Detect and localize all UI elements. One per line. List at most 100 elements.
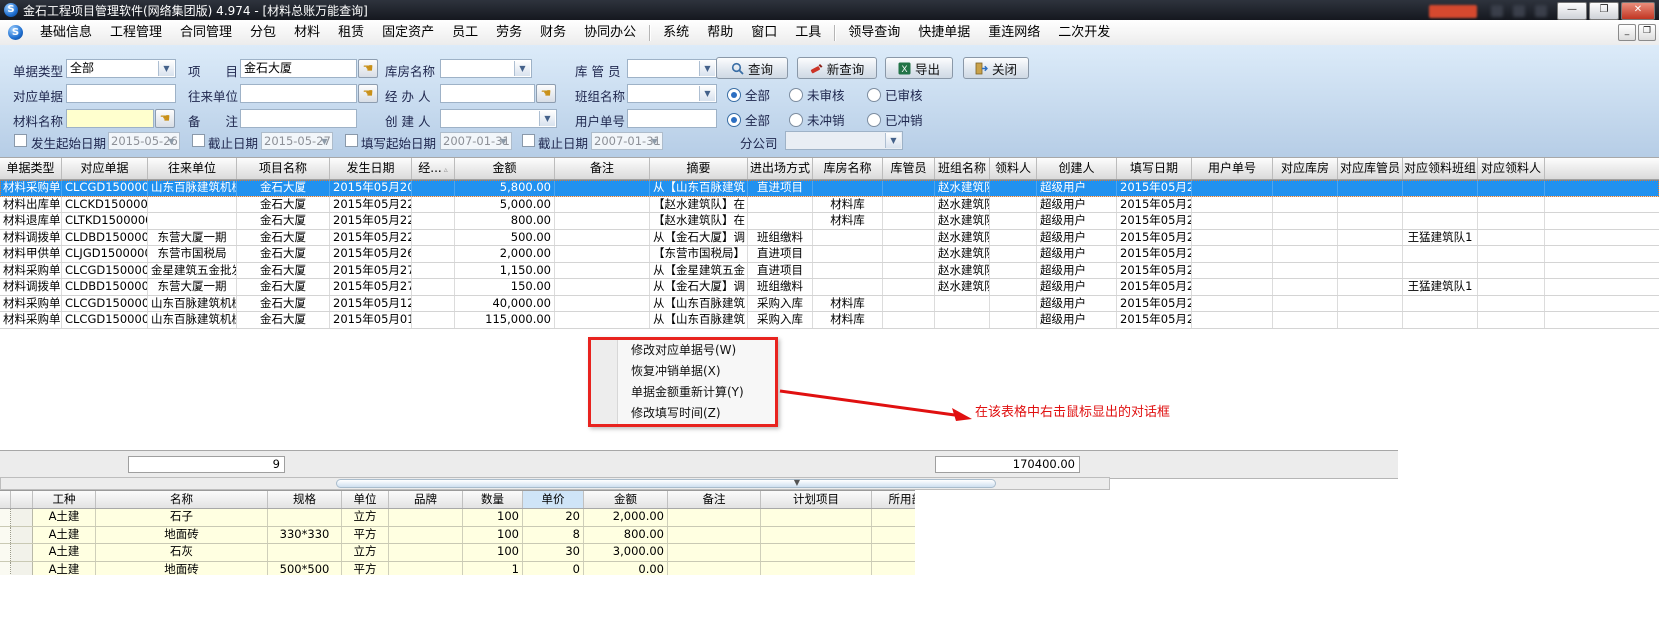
handler-input[interactable]	[440, 84, 535, 103]
table-row[interactable]: 材料采购单CLCGD150000002金星建筑五金批发金石大厦2015年05月2…	[0, 263, 1659, 280]
column-header[interactable]: 摘要	[650, 158, 748, 179]
keeper-combo[interactable]: ▼	[627, 59, 717, 78]
date3-checkbox[interactable]	[345, 134, 358, 147]
column-header[interactable]: 对应单据	[62, 158, 148, 179]
column-header[interactable]: 金额	[584, 491, 668, 508]
chevron-down-icon[interactable]: ▼	[514, 61, 530, 76]
row-selector[interactable]	[11, 544, 33, 561]
table-row[interactable]: A土建石灰立方100303,000.00	[0, 544, 915, 562]
menu-item[interactable]: 财务	[531, 21, 575, 45]
audit-radio-0[interactable]: 全部	[727, 85, 770, 104]
column-header[interactable]: 金额	[455, 158, 555, 179]
date4-checkbox[interactable]	[522, 134, 535, 147]
minimize-button[interactable]: —	[1557, 2, 1587, 20]
table-row[interactable]: 材料采购单CLCGD150000005山东百脉建筑机械金石大厦2015年05月0…	[0, 312, 1659, 329]
context-menu-item[interactable]: 单据金额重新计算(Y)	[591, 382, 775, 403]
column-header[interactable]: 班组名称	[935, 158, 990, 179]
column-header[interactable]: 单价	[523, 491, 584, 508]
date2-combo[interactable]: 2015-05-27▼	[261, 132, 333, 150]
team-combo[interactable]: ▼	[627, 84, 717, 103]
user-doc-no-input[interactable]	[627, 109, 717, 128]
column-header[interactable]: 单位	[342, 491, 389, 508]
column-header[interactable]: 所用部位	[872, 491, 915, 508]
column-header[interactable]: 品牌	[389, 491, 463, 508]
column-header[interactable]: 进出场方式	[748, 158, 813, 179]
menu-item[interactable]: 二次开发	[1049, 21, 1119, 45]
query-button[interactable]: 查询	[716, 57, 788, 79]
column-header[interactable]: 计划项目	[761, 491, 872, 508]
menu-item[interactable]: 快捷单据	[909, 21, 979, 45]
horizontal-scrollbar[interactable]	[0, 477, 1110, 490]
column-header[interactable]: 单据类型	[0, 158, 62, 179]
menu-item[interactable]: 固定资产	[373, 21, 443, 45]
titlebar-redacted-button[interactable]	[1429, 5, 1477, 18]
menu-item[interactable]: 重连网络	[979, 21, 1049, 45]
counterpart-picker-hand-icon[interactable]: ☚	[358, 84, 378, 103]
column-header[interactable]: 对应领料人	[1478, 158, 1545, 179]
menu-item[interactable]: 窗口	[742, 21, 786, 45]
doc-ref-input[interactable]	[66, 84, 176, 103]
column-header[interactable]: 库管员	[883, 158, 935, 179]
table-row[interactable]: A土建地面砖500*500平方100.00	[0, 562, 915, 576]
menu-item[interactable]: 协同办公	[575, 21, 645, 45]
doc-type-combo[interactable]: 全部▼	[66, 59, 176, 78]
column-header[interactable]: 发生日期	[330, 158, 412, 179]
table-row[interactable]: 材料调拨单CLDBD150000001东营大厦一期金石大厦2015年05月22日…	[0, 230, 1659, 247]
column-header[interactable]: 经...▵	[412, 158, 455, 179]
audit-radio-1[interactable]: 未审核	[789, 85, 845, 104]
splitter-collapse-icon[interactable]: ▼	[790, 477, 804, 489]
row-selector[interactable]	[11, 562, 33, 576]
row-selector[interactable]	[0, 544, 11, 561]
writeoff-radio-2[interactable]: 已冲销	[867, 110, 923, 129]
column-header[interactable]: 对应库管员	[1338, 158, 1403, 179]
table-row[interactable]: 材料出库单CLCKD150000001金石大厦2015年05月22日5,000.…	[0, 197, 1659, 214]
close-button[interactable]: ✕	[1621, 2, 1655, 20]
menu-item[interactable]: 基础信息	[31, 21, 101, 45]
context-menu-item[interactable]: 修改对应单据号(W)	[591, 340, 775, 361]
export-button[interactable]: X 导出	[885, 57, 953, 79]
column-header[interactable]: 工种	[33, 491, 96, 508]
counterpart-input[interactable]	[240, 84, 357, 103]
menu-item[interactable]: 帮助	[698, 21, 742, 45]
date1-combo[interactable]: 2015-05-26▼	[108, 132, 180, 150]
project-picker-hand-icon[interactable]: ☚	[358, 59, 378, 78]
table-row[interactable]: 材料采购单CLCGD150000001山东百脉建筑机械金石大厦2015年05月2…	[0, 180, 1659, 197]
audit-radio-2[interactable]: 已审核	[867, 85, 923, 104]
close-window-button[interactable]: 关闭	[963, 57, 1029, 79]
date3-combo[interactable]: 2007-01-31▼	[440, 132, 512, 150]
menu-item[interactable]: 劳务	[487, 21, 531, 45]
column-header[interactable]: 对应领料班组	[1403, 158, 1478, 179]
column-header[interactable]: 库房名称	[813, 158, 883, 179]
row-selector[interactable]	[0, 562, 11, 576]
writeoff-radio-1[interactable]: 未冲销	[789, 110, 845, 129]
column-header[interactable]: 对应库房	[1273, 158, 1338, 179]
chevron-down-icon[interactable]: ▼	[158, 61, 174, 76]
column-header[interactable]: 备注	[668, 491, 761, 508]
menu-item[interactable]: 材料	[285, 21, 329, 45]
menu-item[interactable]: 分包	[241, 21, 285, 45]
row-selector[interactable]	[0, 509, 11, 526]
new-query-button[interactable]: 新查询	[797, 57, 877, 79]
row-selector[interactable]	[11, 509, 33, 526]
chevron-down-icon[interactable]: ▼	[539, 111, 555, 126]
menu-item[interactable]: 员工	[443, 21, 487, 45]
creator-combo[interactable]: ▼	[440, 109, 557, 128]
material-picker-hand-icon[interactable]: ☚	[155, 109, 175, 128]
context-menu-item[interactable]: 修改填写时间(Z)	[591, 403, 775, 424]
date1-checkbox[interactable]	[14, 134, 27, 147]
column-header[interactable]: 创建人	[1037, 158, 1117, 179]
table-row[interactable]: A土建地面砖330*330平方1008800.00	[0, 527, 915, 545]
handler-picker-hand-icon[interactable]: ☚	[536, 84, 556, 103]
column-header[interactable]: 往来单位	[148, 158, 237, 179]
chevron-down-icon[interactable]: ▼	[885, 133, 901, 148]
table-row[interactable]: 材料甲供单CLJGD150000001东营市国税局金石大厦2015年05月26日…	[0, 246, 1659, 263]
menu-item[interactable]: 工程管理	[101, 21, 171, 45]
remark-input[interactable]	[240, 109, 357, 128]
column-header[interactable]: 备注	[555, 158, 650, 179]
column-header[interactable]: 领料人	[990, 158, 1037, 179]
table-row[interactable]: 材料采购单CLCGD150000004山东百脉建筑机械金石大厦2015年05月1…	[0, 296, 1659, 313]
column-header[interactable]: 填写日期	[1117, 158, 1192, 179]
column-header[interactable]: 名称	[96, 491, 268, 508]
menu-item[interactable]: 领导查询	[839, 21, 909, 45]
context-menu-item[interactable]: 恢复冲销单据(X)	[591, 361, 775, 382]
